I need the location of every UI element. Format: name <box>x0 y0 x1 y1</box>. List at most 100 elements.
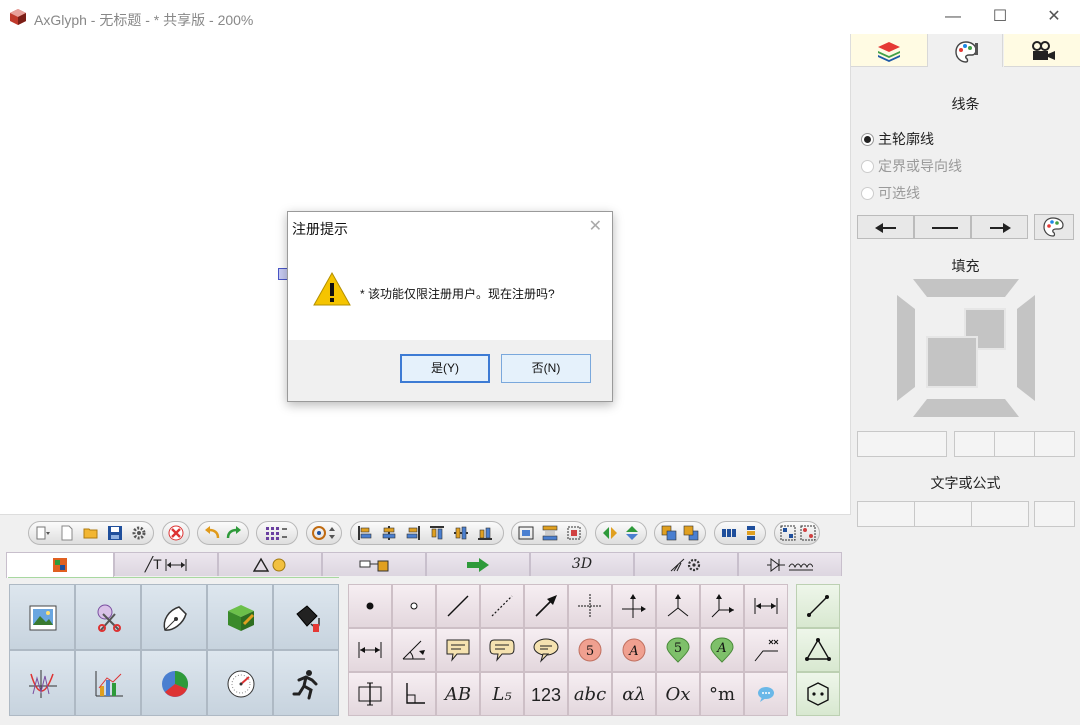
inner-dimension-tool[interactable] <box>348 628 392 672</box>
callout-rect-tool[interactable] <box>436 628 480 672</box>
tab-arrows[interactable] <box>426 552 530 576</box>
distribute-v-icon[interactable] <box>542 525 558 541</box>
line-tool[interactable] <box>436 584 480 628</box>
font-box-4[interactable] <box>1034 501 1075 527</box>
origin-label-tool[interactable]: Ox <box>656 672 700 716</box>
no-button[interactable]: 否(N) <box>501 354 591 383</box>
fill-color-box[interactable] <box>857 431 947 457</box>
function-plot-button[interactable] <box>9 650 75 716</box>
tab-3d[interactable]: 3D <box>530 552 634 576</box>
group-icon[interactable] <box>780 525 796 541</box>
flip-vertical-icon[interactable] <box>624 525 640 541</box>
dot-filled-tool[interactable] <box>348 584 392 628</box>
same-size-icon[interactable] <box>566 525 582 541</box>
new-file-icon[interactable] <box>59 525 75 541</box>
align-top-icon[interactable] <box>429 525 445 541</box>
save-icon[interactable] <box>107 525 123 541</box>
tab-lines-text[interactable]: ╱T <box>114 552 218 576</box>
grid-icon[interactable] <box>265 525 289 541</box>
font-box-3[interactable] <box>971 501 1029 527</box>
hexagon-tool[interactable] <box>796 672 840 716</box>
dashed-line-tool[interactable] <box>480 584 524 628</box>
bucket-fill-button[interactable] <box>273 584 339 650</box>
text-box-tool[interactable] <box>348 672 392 716</box>
font-box-2[interactable] <box>914 501 972 527</box>
text-label-tool[interactable]: abc <box>568 672 612 716</box>
distribute-h-icon[interactable] <box>518 525 534 541</box>
maximize-button[interactable]: ☐ <box>988 6 1012 28</box>
yes-button[interactable]: 是(Y) <box>400 354 490 383</box>
numbered-circle-tool[interactable]: 5 <box>568 628 612 672</box>
close-button[interactable]: ✕ <box>1042 6 1066 28</box>
figure-button[interactable] <box>273 650 339 716</box>
fill-option-box-1[interactable] <box>954 431 995 457</box>
line-style-button[interactable] <box>914 215 971 239</box>
label-ab-tool[interactable]: AB <box>436 672 480 716</box>
triangle-tool[interactable] <box>796 628 840 672</box>
arrow-start-button[interactable] <box>857 215 914 239</box>
radio-main-outline[interactable]: 主轮廓线 <box>861 129 934 149</box>
unit-label-tool[interactable]: °m <box>700 672 744 716</box>
align-bottom-icon[interactable] <box>477 525 493 541</box>
arrow-end-button[interactable] <box>971 215 1028 239</box>
letter-pin-tool[interactable]: A <box>700 628 744 672</box>
segment-tool[interactable] <box>796 584 840 628</box>
dot-hollow-tool[interactable] <box>392 584 436 628</box>
3d-axes-alt-tool[interactable] <box>700 584 744 628</box>
dial-button[interactable] <box>207 650 273 716</box>
comment-bubble-tool[interactable] <box>744 672 788 716</box>
align-left-icon[interactable] <box>357 525 373 541</box>
fill-option-box-3[interactable] <box>1034 431 1075 457</box>
leader-line-tool[interactable] <box>744 628 788 672</box>
3d-box-button[interactable] <box>207 584 273 650</box>
ungroup-icon[interactable] <box>800 525 816 541</box>
tab-shapes[interactable] <box>218 552 322 576</box>
tab-style[interactable] <box>927 34 1003 67</box>
arrow-tool[interactable] <box>524 584 568 628</box>
radio-button[interactable] <box>861 133 874 146</box>
callout-round-tool[interactable] <box>480 628 524 672</box>
line-color-button[interactable] <box>1034 214 1074 240</box>
tab-layers[interactable] <box>851 34 927 67</box>
menu-icon[interactable] <box>35 525 51 541</box>
number-label-tool[interactable]: 123 <box>524 672 568 716</box>
flip-horizontal-icon[interactable] <box>602 525 618 541</box>
equal-spacing-v-icon[interactable] <box>743 525 759 541</box>
3d-axes-tool[interactable] <box>656 584 700 628</box>
tab-mechanics[interactable] <box>634 552 738 576</box>
crosshair-tool[interactable] <box>568 584 612 628</box>
angle-tool[interactable] <box>392 628 436 672</box>
tab-flowchart[interactable] <box>322 552 426 576</box>
delete-icon[interactable] <box>168 525 184 541</box>
subscript-label-tool[interactable]: L₅ <box>480 672 524 716</box>
open-folder-icon[interactable] <box>83 525 99 541</box>
fill-option-box-2[interactable] <box>994 431 1035 457</box>
rotate-icon[interactable] <box>311 525 337 541</box>
clip-art-button[interactable] <box>75 584 141 650</box>
settings-gear-icon[interactable] <box>131 525 147 541</box>
callout-oval-tool[interactable] <box>524 628 568 672</box>
redo-icon[interactable] <box>226 525 242 541</box>
pie-chart-button[interactable] <box>141 650 207 716</box>
minimize-button[interactable]: — <box>941 6 965 28</box>
tab-animation[interactable] <box>1004 34 1080 67</box>
chart-button[interactable] <box>75 650 141 716</box>
align-center-icon[interactable] <box>381 525 397 541</box>
tab-circuit[interactable] <box>738 552 842 576</box>
dialog-close-button[interactable]: ✕ <box>589 216 602 236</box>
insert-picture-button[interactable] <box>9 584 75 650</box>
equal-spacing-h-icon[interactable] <box>721 525 737 541</box>
send-backward-icon[interactable] <box>683 525 699 541</box>
right-angle-tool[interactable] <box>392 672 436 716</box>
letter-circle-tool[interactable]: A <box>612 628 656 672</box>
align-middle-icon[interactable] <box>453 525 469 541</box>
align-right-icon[interactable] <box>405 525 421 541</box>
pen-tool-button[interactable] <box>141 584 207 650</box>
axes-tool[interactable] <box>612 584 656 628</box>
numbered-pin-tool[interactable]: 5 <box>656 628 700 672</box>
fill-preview[interactable] <box>897 279 1035 417</box>
tab-images[interactable] <box>6 552 114 578</box>
undo-icon[interactable] <box>204 525 220 541</box>
bring-forward-icon[interactable] <box>661 525 677 541</box>
greek-label-tool[interactable]: αλ <box>612 672 656 716</box>
